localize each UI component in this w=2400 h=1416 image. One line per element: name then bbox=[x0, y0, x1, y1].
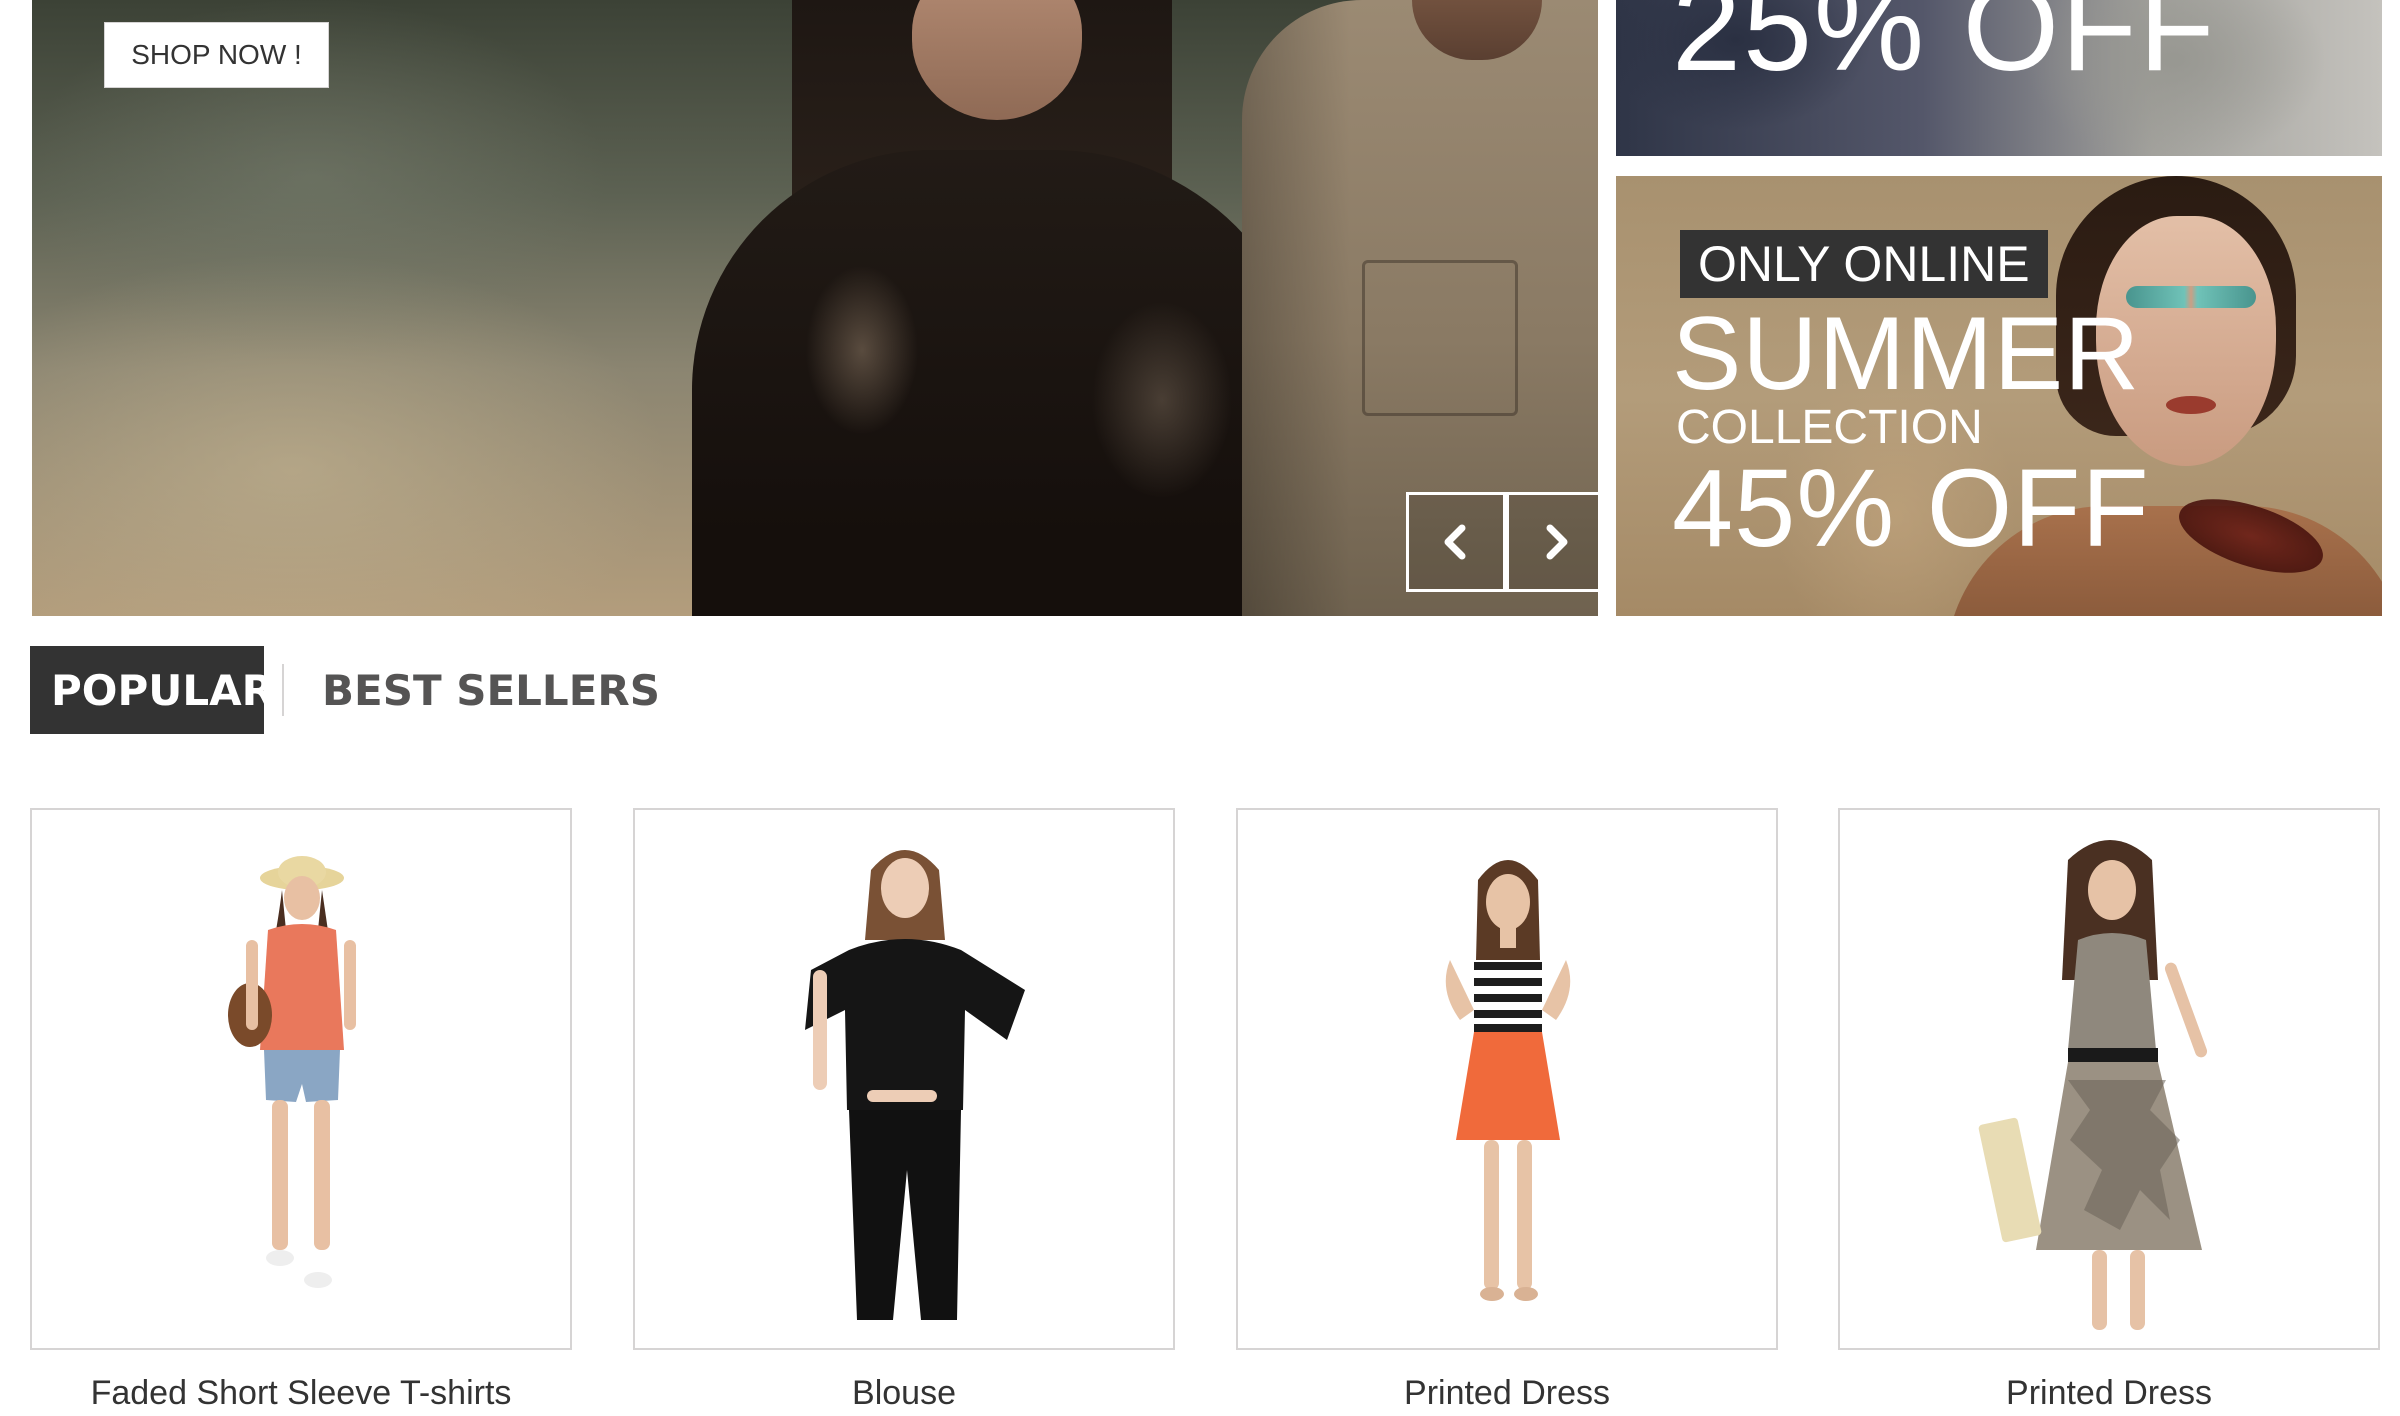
banner-subline: COLLECTION bbox=[1676, 401, 1983, 454]
product-image[interactable] bbox=[1236, 808, 1778, 1350]
banner-model-eyeshadow bbox=[2126, 286, 2256, 308]
product-name[interactable]: Printed Dress bbox=[1236, 1374, 1778, 1413]
hero-slider[interactable]: SHOP NOW ! bbox=[32, 0, 1598, 616]
chevron-right-icon bbox=[1546, 524, 1568, 560]
hero-image-woman-jacket bbox=[692, 150, 1312, 616]
chevron-left-icon bbox=[1444, 524, 1466, 560]
product-card[interactable]: Printed Dress bbox=[1236, 808, 1778, 1413]
product-image[interactable] bbox=[633, 808, 1175, 1350]
product-name[interactable]: Printed Dress bbox=[1838, 1374, 2380, 1413]
hero-image-man-pocket bbox=[1362, 260, 1518, 416]
product-name[interactable]: Faded Short Sleeve T-shirts bbox=[30, 1374, 572, 1413]
product-tabs: POPULAR BEST SELLERS bbox=[30, 646, 660, 734]
product-photo-model-tshirt bbox=[228, 856, 356, 1288]
product-name[interactable]: Blouse bbox=[633, 1374, 1175, 1413]
banner-summer-collection[interactable]: ONLY ONLINE SUMMER COLLECTION 45% OFF bbox=[1616, 176, 2382, 616]
product-photo-model-printed-dress bbox=[1445, 860, 1571, 1301]
only-online-badge: ONLY ONLINE bbox=[1680, 230, 2048, 298]
slider-next-button[interactable] bbox=[1506, 492, 1598, 592]
banner-model-lips bbox=[2166, 396, 2216, 414]
product-image[interactable] bbox=[1838, 808, 2380, 1350]
shop-now-button[interactable]: SHOP NOW ! bbox=[104, 22, 329, 88]
banner-headline: SUMMER bbox=[1672, 296, 2141, 412]
product-photo-model-printed-dress bbox=[1978, 840, 2208, 1330]
product-image[interactable] bbox=[30, 808, 572, 1350]
product-card[interactable]: Blouse bbox=[633, 808, 1175, 1413]
product-card[interactable]: Faded Short Sleeve T-shirts bbox=[30, 808, 572, 1413]
tab-popular[interactable]: POPULAR bbox=[30, 646, 274, 734]
tab-best-sellers[interactable]: BEST SELLERS bbox=[284, 646, 660, 734]
slider-prev-button[interactable] bbox=[1406, 492, 1506, 592]
product-card[interactable]: Printed Dress bbox=[1838, 808, 2380, 1413]
banner-top-discount: 25% OFF bbox=[1672, 0, 2217, 97]
page: SHOP NOW ! 25% OFF ONLY ONLINE SUMMER CO… bbox=[0, 0, 2400, 1416]
banner-discount: 45% OFF bbox=[1672, 447, 2150, 570]
banner-top-25-off[interactable]: 25% OFF bbox=[1616, 0, 2382, 156]
product-photo-model-blouse bbox=[805, 850, 1025, 1320]
